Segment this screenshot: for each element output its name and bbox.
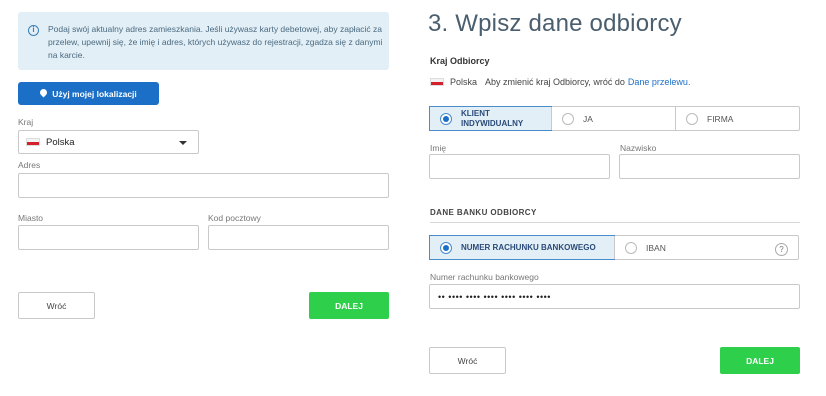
poland-flag-icon xyxy=(26,138,40,146)
account-type-selector: NUMER RACHUNKU BANKOWEGO IBAN ? xyxy=(429,235,799,260)
info-text: Podaj swój aktualny adres zamieszkania. … xyxy=(48,24,383,60)
recipient-type-label: JA xyxy=(583,113,593,124)
change-country-text: Aby zmienić kraj Odbiorcy, wróć do xyxy=(485,77,625,87)
recipient-type-individual[interactable]: KLIENT INDYWIDUALNY xyxy=(429,106,552,131)
city-input[interactable] xyxy=(18,225,199,250)
radio-selected-icon xyxy=(440,241,452,254)
address-label: Adres xyxy=(18,160,41,170)
city-label: Miasto xyxy=(18,213,44,223)
next-button[interactable]: DALEJ xyxy=(720,347,800,374)
recipient-type-label: KLIENT INDYWIDUALNY xyxy=(461,108,524,128)
account-type-bank-number[interactable]: NUMER RACHUNKU BANKOWEGO xyxy=(429,235,615,260)
recipient-type-label: FIRMA xyxy=(707,113,734,124)
radio-empty-icon xyxy=(562,112,574,125)
postal-code-input[interactable] xyxy=(208,225,389,250)
use-location-button[interactable]: Użyj mojej lokalizacji xyxy=(18,82,159,105)
country-label: Kraj xyxy=(18,117,34,127)
radio-selected-icon xyxy=(440,112,452,125)
recipient-type-me[interactable]: JA xyxy=(551,107,675,130)
info-box: i Podaj swój aktualny adres zamieszkania… xyxy=(18,12,389,70)
recipient-country-heading: Kraj Odbiorcy xyxy=(430,56,490,66)
next-button[interactable]: DALEJ xyxy=(309,292,389,319)
account-type-label: IBAN xyxy=(646,242,666,253)
use-location-label: Użyj mojej lokalizacji xyxy=(52,88,137,99)
postal-code-label: Kod pocztowy xyxy=(208,213,261,223)
chevron-down-icon xyxy=(179,141,187,145)
country-select[interactable]: Polska xyxy=(18,130,199,154)
first-name-input[interactable] xyxy=(429,154,610,179)
info-icon: i xyxy=(28,25,39,36)
address-input[interactable] xyxy=(18,173,389,198)
poland-flag-icon xyxy=(430,78,444,86)
account-number-input[interactable]: •• •••• •••• •••• •••• •••• •••• xyxy=(429,284,800,309)
recipient-country-line: Polska Aby zmienić kraj Odbiorcy, wróć d… xyxy=(430,77,690,87)
help-icon[interactable]: ? xyxy=(775,243,788,256)
back-button[interactable]: Wróć xyxy=(429,347,506,374)
country-select-value: Polska xyxy=(46,136,75,148)
account-type-label: NUMER RACHUNKU BANKOWEGO xyxy=(461,243,596,252)
bank-details-heading: DANE BANKU ODBIORCY xyxy=(430,208,537,217)
recipient-country-value: Polska xyxy=(450,77,478,87)
location-pin-icon xyxy=(40,89,47,98)
change-country-link[interactable]: Dane przelewu. xyxy=(628,77,691,87)
first-name-label: Imię xyxy=(430,143,447,153)
recipient-type-company[interactable]: FIRMA xyxy=(675,107,799,130)
page-title: 3. Wpisz dane odbiorcy xyxy=(428,10,682,37)
radio-empty-icon xyxy=(686,112,698,125)
last-name-label: Nazwisko xyxy=(620,143,657,153)
account-number-label: Numer rachunku bankowego xyxy=(430,272,539,282)
back-button[interactable]: Wróć xyxy=(18,292,95,319)
account-type-iban[interactable]: IBAN ? xyxy=(614,236,798,259)
divider xyxy=(430,222,800,223)
last-name-input[interactable] xyxy=(619,154,800,179)
recipient-type-selector: KLIENT INDYWIDUALNY JA FIRMA xyxy=(429,106,800,131)
radio-empty-icon xyxy=(625,241,637,254)
